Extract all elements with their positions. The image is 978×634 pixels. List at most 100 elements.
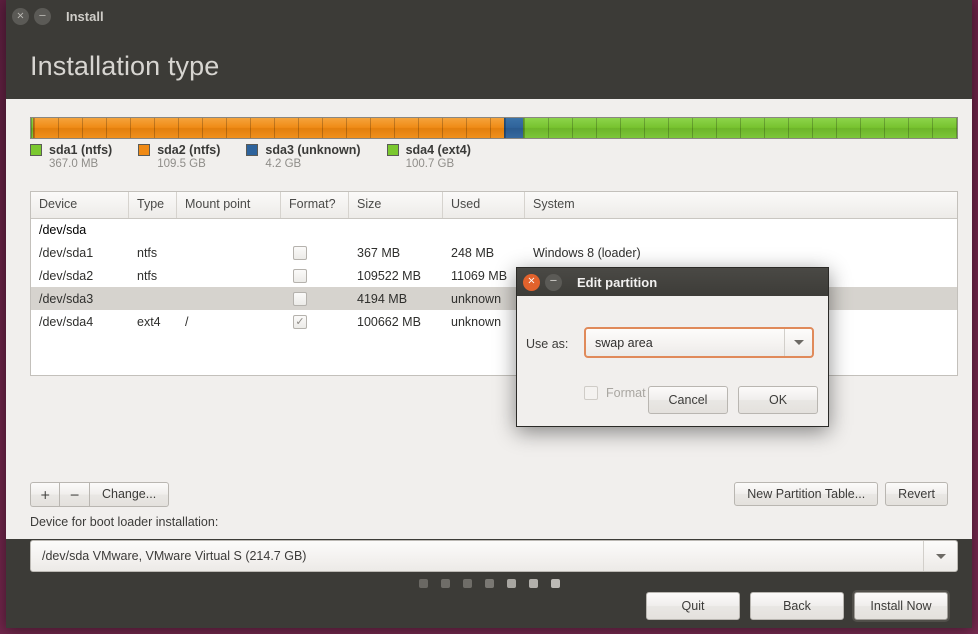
- column-header-device: Device: [31, 192, 129, 218]
- partition-segment-sda4: [523, 118, 957, 138]
- install-now-button[interactable]: Install Now: [854, 592, 948, 620]
- change-partition-button[interactable]: Change...: [88, 482, 170, 507]
- progress-dot: [550, 579, 560, 588]
- close-icon[interactable]: ×: [12, 8, 29, 25]
- legend-item: sda4 (ext4) 100.7 GB: [386, 143, 471, 170]
- progress-dot: [528, 579, 538, 588]
- column-header-size: Size: [349, 192, 443, 218]
- segment-ticks: [505, 118, 524, 138]
- page-heading-area: Installation type: [6, 33, 972, 99]
- cell-size: 367 MB: [357, 245, 401, 260]
- legend-color-swatch: [246, 144, 259, 156]
- progress-dot: [440, 579, 450, 588]
- partition-segment-sda2: [32, 118, 505, 138]
- cell-size: 109522 MB: [357, 268, 421, 283]
- legend-size: 109.5 GB: [157, 158, 206, 170]
- edit-partition-dialog: × − Edit partition Use as: swap area For…: [516, 267, 829, 427]
- legend-item: sda3 (unknown) 4.2 GB: [246, 143, 361, 170]
- bootloader-device-select[interactable]: /dev/sda VMware, VMware Virtual S (214.7…: [30, 540, 958, 572]
- cell-format[interactable]: ✓: [281, 314, 349, 329]
- disk-row: /dev/sda: [39, 223, 87, 237]
- use-as-select[interactable]: swap area: [584, 327, 814, 358]
- segment-ticks: [33, 118, 505, 138]
- format-checkbox[interactable]: [293, 245, 307, 260]
- progress-dot: [506, 579, 516, 588]
- legend-color-swatch: [138, 144, 151, 156]
- chevron-down-icon: [784, 329, 812, 356]
- cell-size: 4194 MB: [357, 291, 408, 306]
- legend-label: sda4 (ext4): [405, 143, 471, 157]
- table-header-row: Device Type Mount point Format? Size Use…: [31, 192, 957, 219]
- legend-size: 367.0 MB: [49, 158, 99, 170]
- revert-button[interactable]: Revert: [885, 482, 948, 506]
- legend-item: sda1 (ntfs) 367.0 MB: [30, 143, 112, 170]
- legend-label: sda3 (unknown): [265, 143, 361, 157]
- format-checkbox[interactable]: ✓: [293, 314, 307, 329]
- legend-size: 100.7 GB: [405, 158, 455, 170]
- cell-system: Windows 8 (loader): [533, 245, 641, 260]
- dialog-ok-button[interactable]: OK: [738, 386, 818, 414]
- dialog-minimize-glyph: −: [549, 275, 558, 287]
- dialog-title: Edit partition: [577, 274, 658, 290]
- format-checkbox[interactable]: [293, 268, 307, 283]
- cell-used: unknown: [451, 291, 502, 306]
- use-as-value: swap area: [595, 335, 653, 350]
- legend-item: sda2 (ntfs) 109.5 GB: [138, 143, 220, 170]
- column-header-mount-point: Mount point: [177, 192, 281, 218]
- dialog-titlebar: × − Edit partition: [517, 268, 828, 296]
- progress-dot: [462, 579, 472, 588]
- cell-device: /dev/sda1: [39, 245, 94, 260]
- add-partition-button[interactable]: +: [30, 482, 60, 507]
- partition-toolbar: + − Change...: [30, 482, 170, 507]
- progress-dot: [484, 579, 494, 588]
- partition-usage-bar: [30, 117, 958, 139]
- cell-used: 248 MB: [451, 245, 495, 260]
- legend-color-swatch: [30, 144, 42, 156]
- dialog-buttons: Cancel OK: [648, 386, 818, 414]
- back-button[interactable]: Back: [750, 592, 844, 620]
- partition-legend: sda1 (ntfs) 367.0 MB sda2 (ntfs) 109.5 GB sd…: [30, 143, 497, 170]
- cell-size: 100662 MB: [357, 314, 421, 329]
- format-checkbox[interactable]: [293, 291, 307, 306]
- chevron-down-icon: [923, 541, 957, 571]
- bootloader-label: Device for boot loader installation:: [30, 515, 219, 529]
- cell-format[interactable]: [281, 268, 349, 283]
- bootloader-device-value: /dev/sda VMware, VMware Virtual S (214.7…: [42, 549, 307, 563]
- remove-partition-button[interactable]: −: [59, 482, 89, 507]
- table-row[interactable]: /dev/sda1 ntfs 367 MB 248 MB Windows 8 (load…: [31, 241, 957, 264]
- window-title: Install: [66, 9, 104, 24]
- progress-dots: [418, 579, 560, 588]
- cell-used: unknown: [451, 314, 502, 329]
- cell-device: /dev/sda2: [39, 268, 94, 283]
- dialog-cancel-button[interactable]: Cancel: [648, 386, 728, 414]
- add-remove-group: + − Change...: [30, 482, 170, 507]
- cell-device: /dev/sda3: [39, 291, 94, 306]
- column-header-type: Type: [129, 192, 177, 218]
- minimize-glyph: −: [38, 10, 47, 21]
- wizard-actions: Quit Back Install Now: [646, 592, 948, 620]
- minimize-icon[interactable]: −: [34, 8, 51, 25]
- dialog-minimize-icon[interactable]: −: [545, 273, 562, 291]
- use-as-label: Use as:: [526, 337, 569, 351]
- dialog-body: Use as: swap area Format the partition: …: [517, 296, 828, 426]
- close-glyph: ×: [16, 10, 25, 21]
- legend-label: sda2 (ntfs): [157, 143, 221, 157]
- cell-used: 11069 MB: [451, 268, 508, 283]
- dialog-close-glyph: ×: [527, 275, 536, 287]
- dialog-close-icon[interactable]: ×: [523, 273, 540, 291]
- cell-type: ntfs: [137, 268, 158, 283]
- cell-type: ext4: [137, 314, 161, 329]
- column-header-system: System: [533, 197, 575, 211]
- window-titlebar: × − Install: [6, 0, 972, 33]
- legend-color-swatch: [386, 144, 399, 156]
- cell-format[interactable]: [281, 291, 349, 306]
- quit-button[interactable]: Quit: [646, 592, 740, 620]
- cell-device: /dev/sda4: [39, 314, 94, 329]
- new-partition-table-button[interactable]: New Partition Table...: [734, 482, 879, 506]
- cell-format[interactable]: [281, 245, 349, 260]
- cell-mount-point: /: [185, 314, 189, 329]
- column-header-used: Used: [443, 192, 525, 218]
- format-partition-checkbox: [584, 386, 598, 400]
- legend-size: 4.2 GB: [265, 158, 302, 170]
- partition-segment-sda3: [504, 118, 524, 138]
